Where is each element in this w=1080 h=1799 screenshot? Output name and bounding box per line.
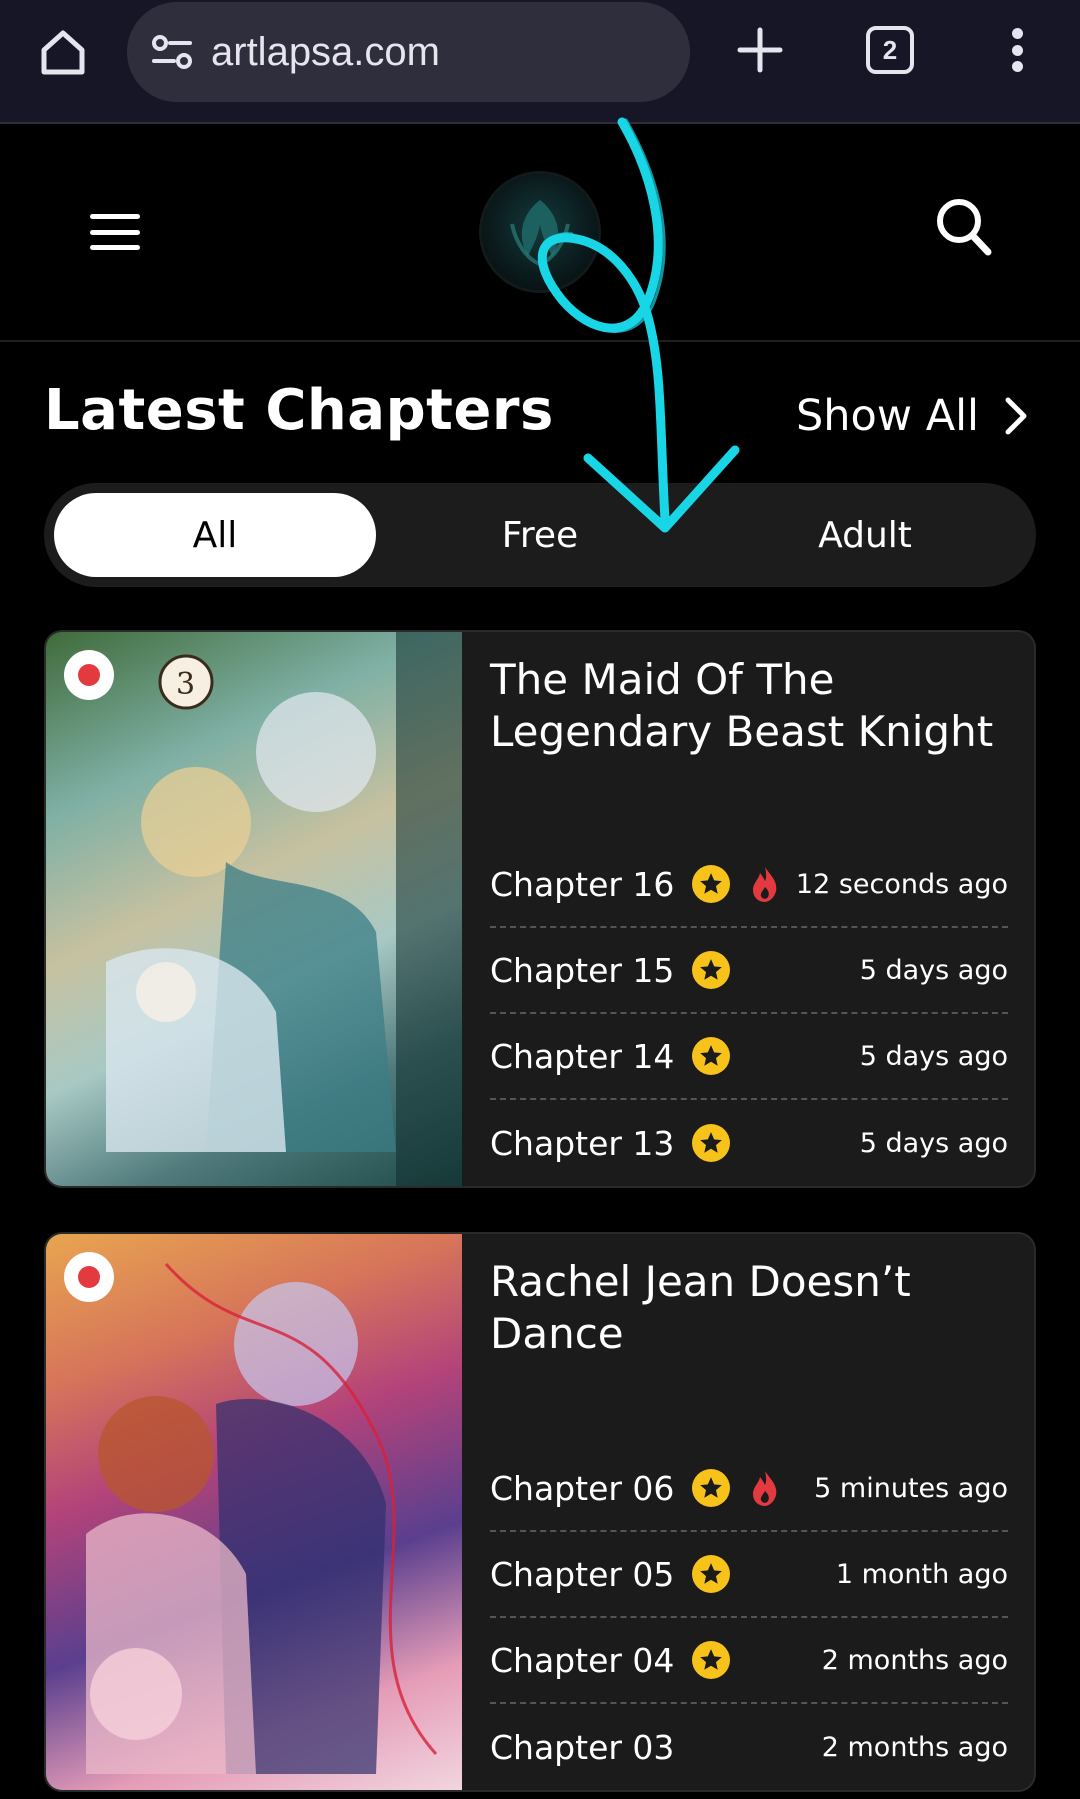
star-icon [692, 865, 731, 903]
address-bar[interactable]: artlapsa.com [127, 2, 690, 102]
star-icon [692, 1469, 731, 1507]
star-icon [692, 1124, 731, 1162]
chapter-time: 2 months ago [821, 1644, 1008, 1676]
chapter-name: Chapter 15 [490, 950, 675, 990]
hamburger-menu-icon[interactable] [90, 214, 140, 250]
home-icon[interactable] [34, 24, 92, 80]
chapter-time: 2 months ago [821, 1731, 1008, 1763]
series-cover-image[interactable] [46, 1234, 462, 1790]
chapter-name: Chapter 13 [490, 1123, 675, 1163]
series-title[interactable]: Rachel Jean Doesn’t Dance [490, 1256, 1010, 1360]
site-logo[interactable] [482, 174, 598, 290]
chapter-row[interactable]: Chapter 14 5 days ago [490, 1014, 1008, 1100]
star-icon [692, 1555, 731, 1593]
filter-tabs: All Free Adult [44, 483, 1036, 587]
site-header [0, 126, 1080, 342]
chapter-row[interactable]: Chapter 04 2 months ago [490, 1618, 1008, 1704]
show-all-link[interactable]: Show All [796, 386, 1027, 446]
search-icon[interactable] [934, 196, 994, 258]
fire-icon [748, 1468, 782, 1508]
chapter-name: Chapter 06 [490, 1468, 675, 1508]
chapter-time: 1 month ago [835, 1558, 1008, 1590]
chapter-time: 5 minutes ago [814, 1472, 1008, 1504]
series-card: 3 The Maid Of The Legendary Beast Knight… [44, 630, 1036, 1188]
more-vert-icon[interactable] [1000, 20, 1034, 80]
new-tab-plus-icon[interactable] [730, 20, 790, 80]
url-text: artlapsa.com [211, 29, 440, 74]
chapter-time: 5 days ago [859, 1127, 1008, 1159]
tab-count: 2 [882, 34, 898, 65]
chapter-name: Chapter 05 [490, 1554, 675, 1594]
site-settings-icon[interactable] [147, 27, 197, 77]
tab-switcher-icon[interactable]: 2 [866, 26, 914, 74]
star-icon [692, 951, 731, 989]
tab-all[interactable]: All [54, 493, 376, 577]
star-icon [692, 1641, 731, 1679]
series-card: Rachel Jean Doesn’t Dance Chapter 06 5 m… [44, 1232, 1036, 1792]
chapter-list: Chapter 06 5 minutes ago Chapter 05 1 mo… [490, 1446, 1008, 1790]
svg-text:3: 3 [176, 667, 195, 702]
chapter-row[interactable]: Chapter 03 2 months ago [490, 1704, 1008, 1790]
page-title: Latest Chapters [44, 378, 554, 443]
chapter-row[interactable]: Chapter 06 5 minutes ago [490, 1446, 1008, 1532]
chapter-row[interactable]: Chapter 15 5 days ago [490, 928, 1008, 1014]
chapter-name: Chapter 16 [490, 864, 675, 904]
chapter-name: Chapter 14 [490, 1036, 675, 1076]
show-all-label: Show All [796, 391, 980, 441]
tab-free[interactable]: Free [379, 493, 701, 577]
chapter-time: 5 days ago [859, 1040, 1008, 1072]
browser-toolbar: artlapsa.com 2 [0, 0, 1080, 124]
chapter-row[interactable]: Chapter 05 1 month ago [490, 1532, 1008, 1618]
star-icon [692, 1037, 731, 1075]
chapter-name: Chapter 03 [490, 1727, 675, 1767]
chapter-list: Chapter 16 12 seconds ago Chapter 15 5 d… [490, 842, 1008, 1186]
fire-icon [748, 864, 782, 904]
tab-adult[interactable]: Adult [704, 493, 1026, 577]
series-cover-image[interactable]: 3 [46, 632, 462, 1186]
chapter-time: 5 days ago [859, 954, 1008, 986]
japan-flag-icon [64, 650, 114, 700]
chapter-row[interactable]: Chapter 16 12 seconds ago [490, 842, 1008, 928]
japan-flag-icon [64, 1252, 114, 1302]
chevron-right-icon [1005, 397, 1027, 435]
chapter-time: 12 seconds ago [795, 868, 1008, 900]
series-title[interactable]: The Maid Of The Legendary Beast Knight [490, 654, 1010, 758]
chapter-name: Chapter 04 [490, 1640, 675, 1680]
chapter-row[interactable]: Chapter 13 5 days ago [490, 1100, 1008, 1186]
